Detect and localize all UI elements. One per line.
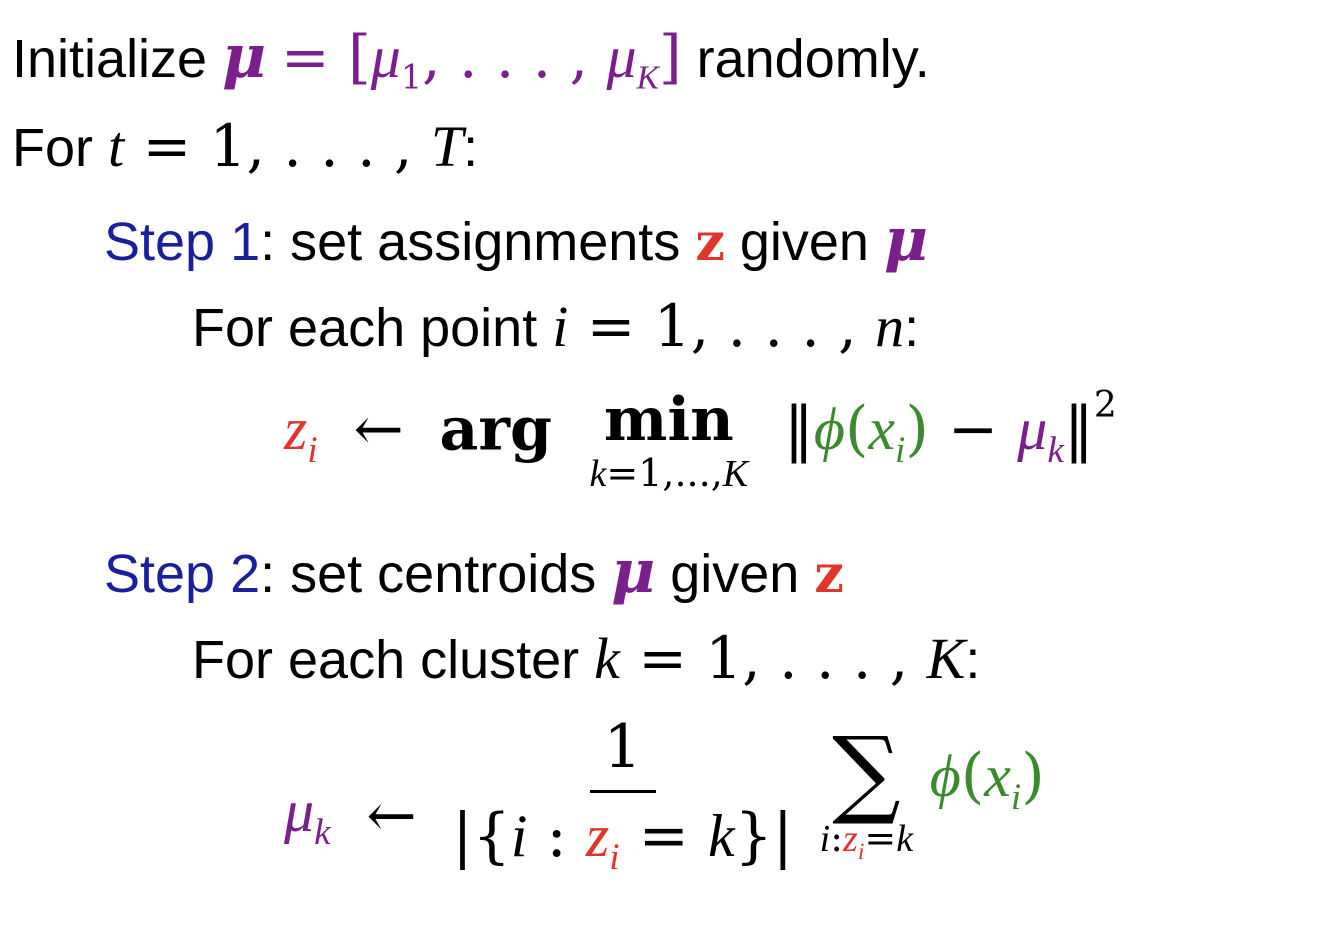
step2-label: Step 2 [104, 544, 261, 604]
step2-inner-text: For each cluster [192, 630, 580, 690]
step2-line: Step 2: set centroids μ given z [104, 537, 844, 607]
z-symbol-2: z [814, 544, 844, 605]
min-operator: min k=1,...,K [589, 385, 749, 495]
z-i: zi [284, 396, 318, 472]
init-line: Initialize μ = [μ1, . . . , μK] randomly… [12, 22, 930, 98]
step2-inner-colon: : [965, 630, 981, 690]
norm-close: ‖ [1063, 394, 1094, 465]
step1-inner-text: For each point [192, 298, 538, 358]
centroid-equation: μk ← 1 |{i : zi = k}| ∑ i:zi=k ϕ(xi) [284, 712, 1045, 922]
step2-text-a: : set centroids [260, 544, 597, 604]
step1-label: Step 1 [104, 212, 261, 272]
step1-inner-formula: i = 1, . . . , n [552, 292, 905, 360]
assignment-equation: zi ← arg min k=1,...,K ‖ϕ(xi) − μk‖2 [284, 385, 1117, 496]
mu-symbol-2: μ [611, 537, 656, 607]
init-suffix: randomly. [696, 29, 930, 89]
step1-line: Step 1: set assignments z given μ [104, 205, 928, 275]
step1-text-b: given [739, 212, 869, 272]
squared: 2 [1093, 385, 1117, 426]
step2-inner-line: For each cluster k = 1, . . . , K: [192, 624, 980, 692]
arg-op: arg [439, 394, 573, 465]
fraction-denominator: |{i : zi = k}| [452, 801, 793, 879]
step1-text-a: : set assignments [260, 212, 681, 272]
arrow: ← [334, 394, 423, 465]
arrow-2: ← [347, 780, 436, 851]
init-prefix: Initialize [12, 29, 208, 89]
sum-operator: ∑ i:zi=k [819, 716, 914, 866]
init-formula: μ = [μ1, . . . , μK] [222, 22, 682, 97]
norm-open: ‖ [764, 394, 814, 465]
phi-xi-sum: ϕ(xi) [929, 741, 1045, 819]
fraction-numerator: 1 [589, 712, 656, 793]
mu-k-lhs: μk [284, 778, 331, 854]
mu-symbol: μ [883, 205, 928, 275]
minus: − [928, 394, 1018, 465]
loop-line: For t = 1, . . . , T: [12, 112, 478, 180]
step1-inner-line: For each point i = 1, . . . , n: [192, 292, 919, 360]
step1-inner-colon: : [904, 298, 920, 358]
z-symbol: z [695, 212, 725, 273]
fraction: 1 |{i : zi = k}| [452, 712, 793, 879]
loop-formula: t = 1, . . . , T [108, 112, 464, 180]
step2-inner-formula: k = 1, . . . , K [594, 624, 966, 692]
mu-k: μk [1017, 396, 1064, 472]
loop-colon: : [463, 118, 479, 178]
phi-xi: ϕ(xi) [813, 394, 929, 472]
loop-prefix: For [12, 118, 93, 178]
step2-text-b: given [670, 544, 800, 604]
